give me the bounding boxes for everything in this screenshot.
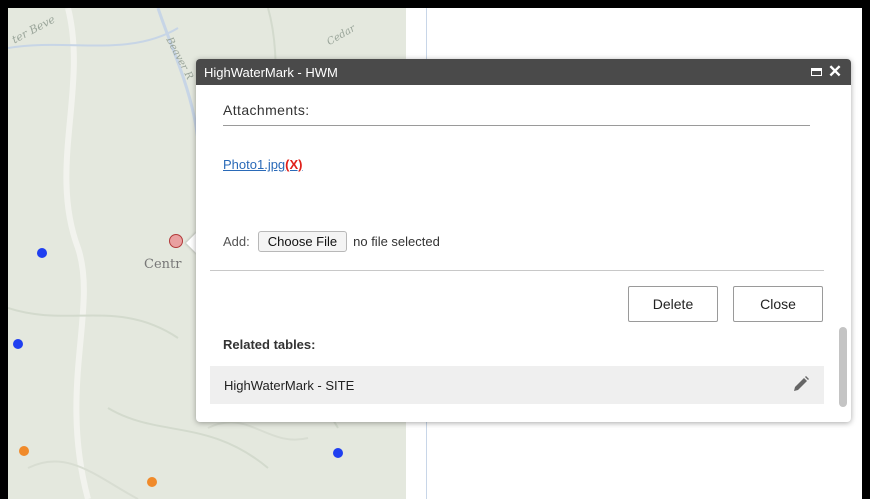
popup-header: HighWaterMark - HWM ✕ bbox=[196, 59, 851, 85]
delete-button[interactable]: Delete bbox=[628, 286, 718, 322]
selected-map-point[interactable] bbox=[169, 234, 183, 248]
divider bbox=[223, 125, 810, 126]
remove-attachment-button[interactable]: (X) bbox=[285, 157, 302, 172]
close-popup-button[interactable]: ✕ bbox=[827, 62, 843, 81]
popup-body: Attachments: Photo1.jpg(X) Add: Choose F… bbox=[196, 85, 851, 422]
map-point[interactable] bbox=[19, 446, 29, 456]
map-point[interactable] bbox=[147, 477, 157, 487]
maximize-icon bbox=[810, 68, 822, 76]
attachment-link[interactable]: Photo1.jpg bbox=[223, 157, 285, 172]
attachment-item: Photo1.jpg(X) bbox=[223, 157, 303, 172]
map-point[interactable] bbox=[13, 339, 23, 349]
map-point[interactable] bbox=[333, 448, 343, 458]
maximize-button[interactable] bbox=[808, 64, 824, 80]
attachments-heading: Attachments: bbox=[223, 102, 310, 118]
pencil-icon[interactable] bbox=[792, 375, 810, 396]
close-icon: ✕ bbox=[827, 62, 843, 81]
file-status-text: no file selected bbox=[353, 234, 440, 249]
close-button[interactable]: Close bbox=[733, 286, 823, 322]
scrollbar-thumb[interactable] bbox=[839, 327, 847, 407]
related-table-name: HighWaterMark - SITE bbox=[224, 377, 355, 393]
map-label-town: Centr bbox=[144, 257, 182, 272]
map-point[interactable] bbox=[37, 248, 47, 258]
add-label: Add: bbox=[223, 234, 250, 249]
choose-file-button[interactable]: Choose File bbox=[257, 231, 348, 252]
related-tables-heading: Related tables: bbox=[223, 337, 316, 352]
feature-popup: HighWaterMark - HWM ✕ Attachments: Photo… bbox=[196, 59, 851, 422]
popup-title: HighWaterMark - HWM bbox=[204, 64, 338, 80]
related-table-row[interactable]: HighWaterMark - SITE bbox=[210, 366, 824, 404]
divider bbox=[210, 270, 824, 271]
add-attachment-row: Add: Choose File no file selected bbox=[223, 231, 440, 252]
